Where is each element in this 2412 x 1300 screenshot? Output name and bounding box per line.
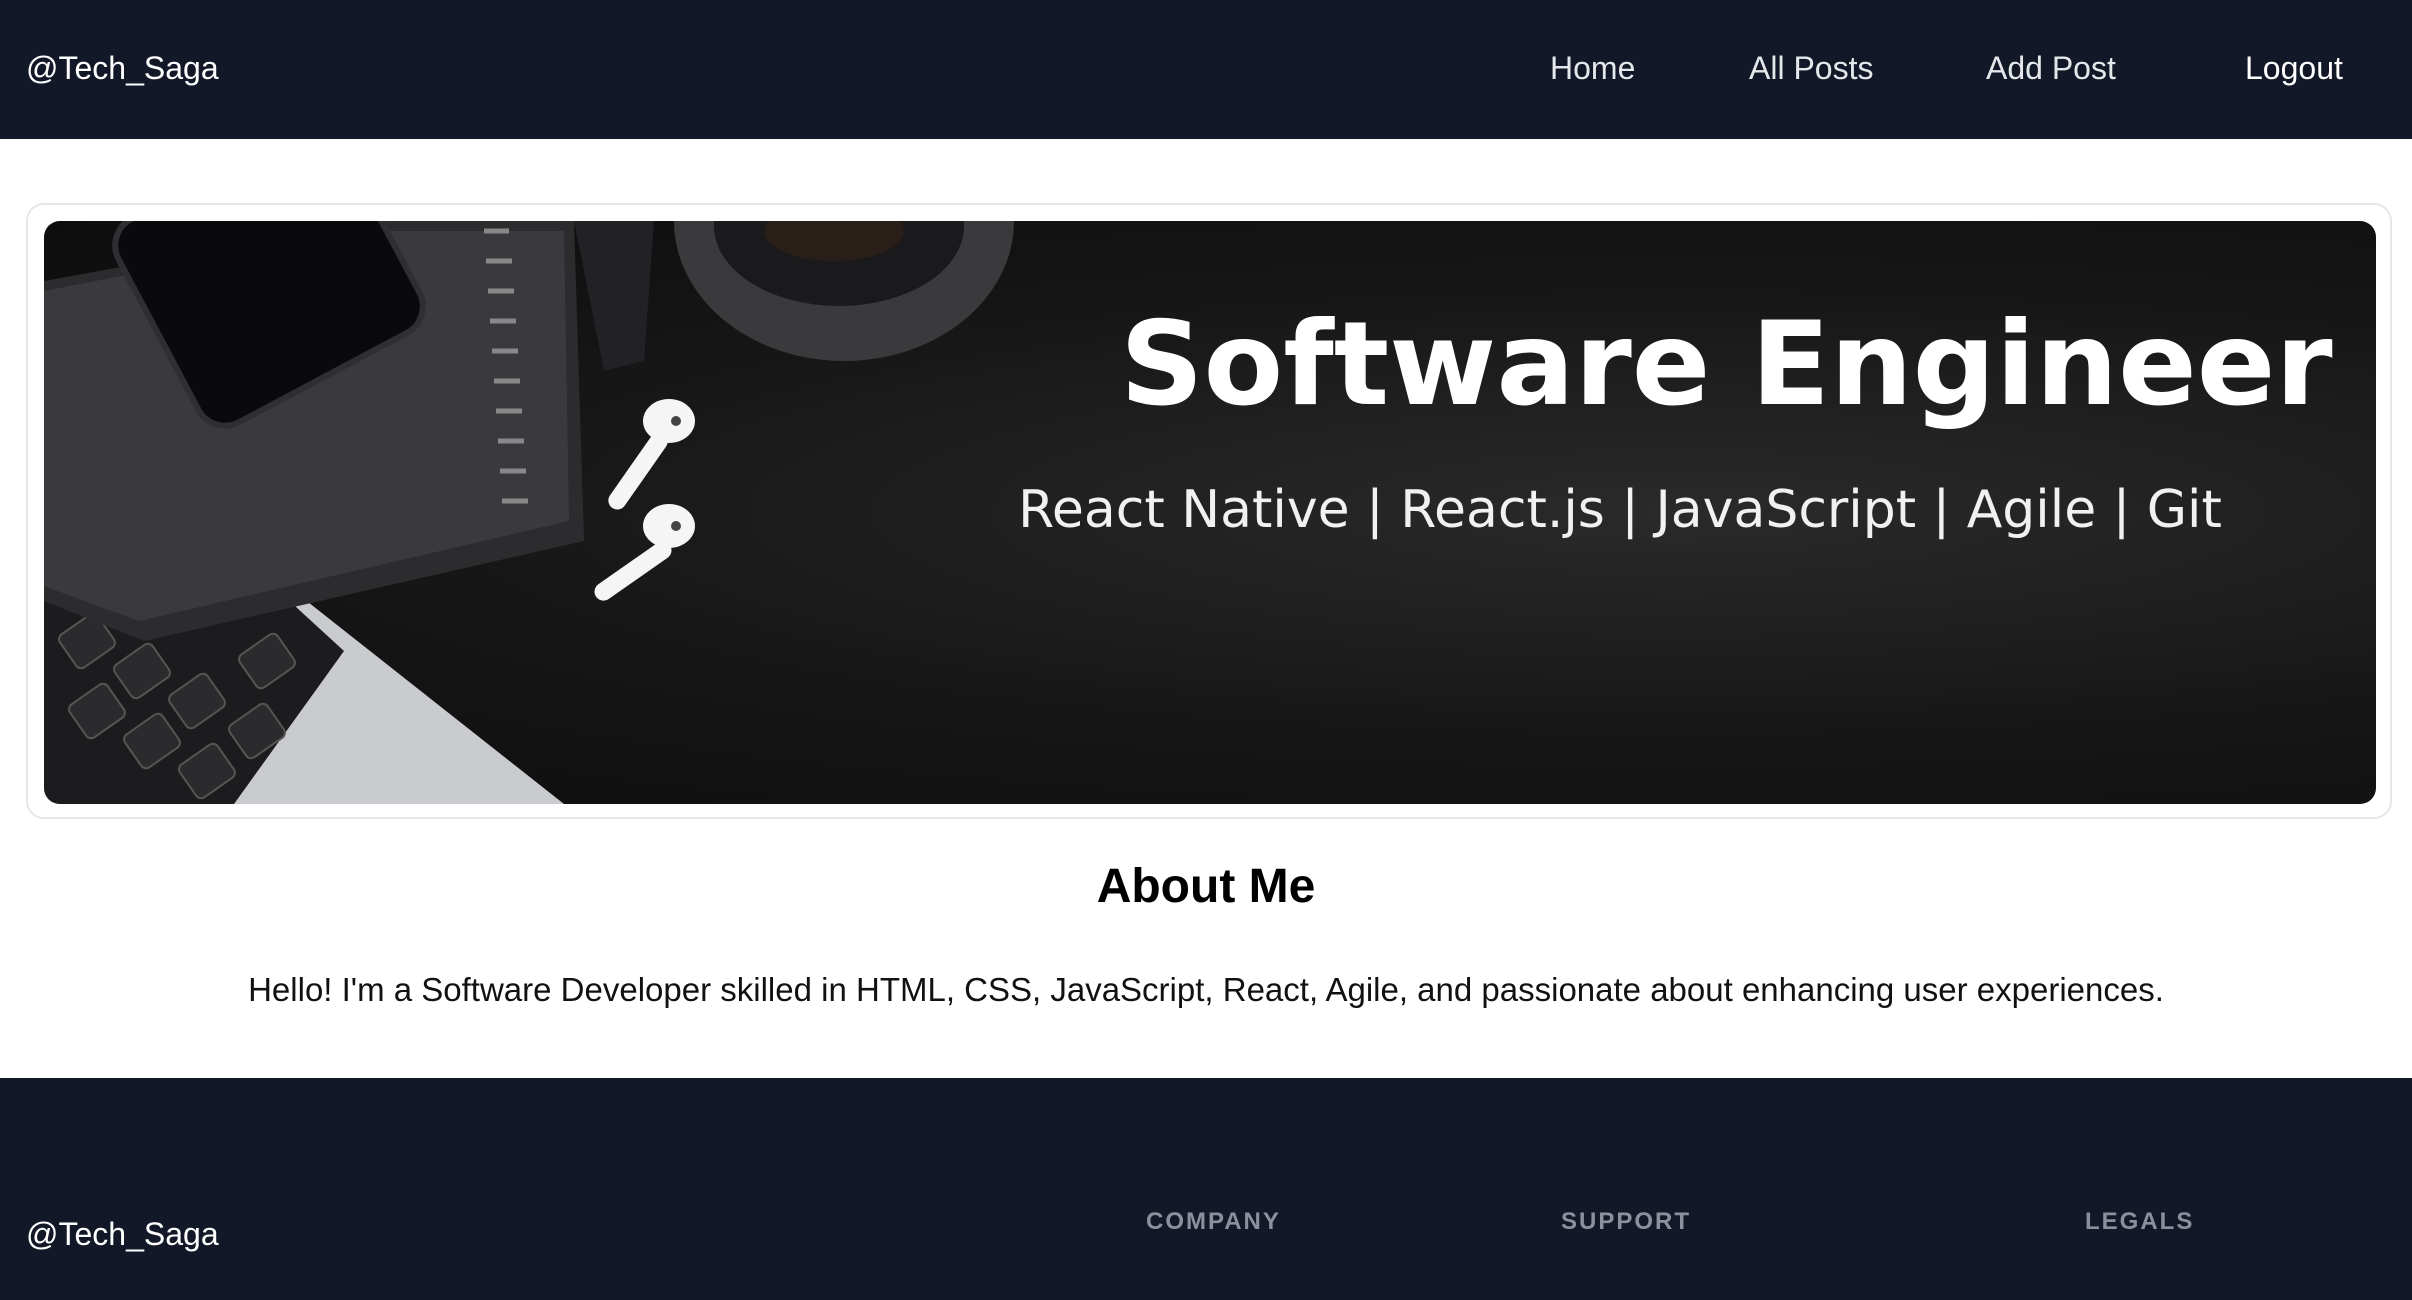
footer-heading-company: COMPANY (1146, 1208, 1281, 1235)
banner-subtitle: React Native | React.js | JavaScript | A… (1018, 480, 2222, 540)
nav-home-link[interactable]: Home (1550, 46, 1635, 90)
nav-add-post-link[interactable]: Add Post (1986, 46, 2116, 90)
footer-heading-legals: LEGALS (2085, 1208, 2195, 1235)
about-heading: About Me (1096, 860, 1316, 913)
top-navbar: @Tech_Saga Home All Posts Add Post Logou… (0, 0, 2412, 139)
footer: @Tech_Saga COMPANY SUPPORT LEGALS (0, 1078, 2412, 1300)
footer-brand[interactable]: @Tech_Saga (26, 1212, 219, 1256)
about-description: Hello! I'm a Software Developer skilled … (248, 971, 2164, 1008)
banner-title: Software Engineer (1120, 297, 2333, 432)
brand-logo[interactable]: @Tech_Saga (26, 46, 219, 90)
footer-heading-support: SUPPORT (1561, 1208, 1692, 1235)
nav-all-posts-link[interactable]: All Posts (1749, 46, 1873, 90)
logout-button[interactable]: Logout (2245, 46, 2343, 90)
